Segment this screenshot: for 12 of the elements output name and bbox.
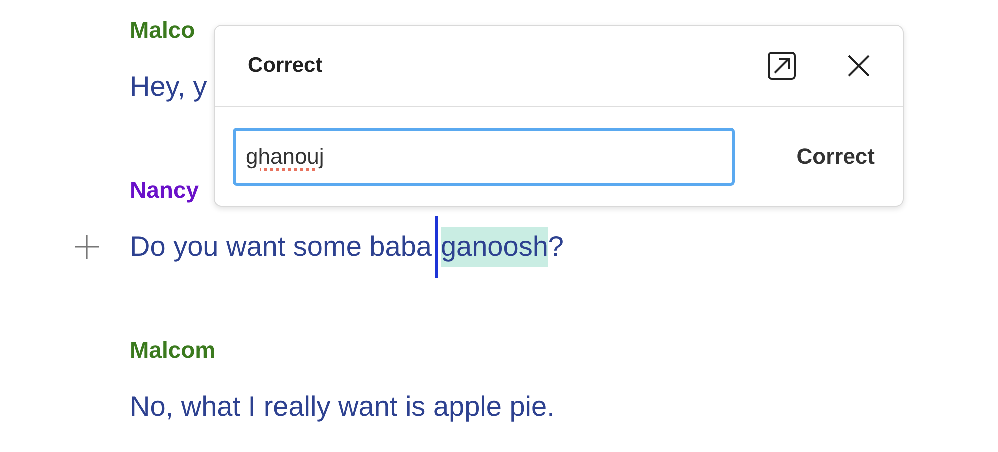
input-field[interactable]: ghanouj (233, 128, 735, 186)
transcript-text: Hey, y (130, 70, 208, 104)
transcript-text: ? (548, 230, 564, 264)
transcript-text: Do you want some baba (130, 230, 432, 264)
correct-button[interactable]: Correct (796, 136, 875, 178)
add-icon[interactable] (74, 234, 100, 260)
popup-title: Correct (248, 54, 324, 78)
speaker-name: Nancy (130, 176, 200, 205)
transcript-text: No, what I really want is apple pie. (130, 390, 555, 424)
highlighted-word: ganoosh (434, 216, 548, 278)
speaker-name: Malcom (130, 336, 217, 365)
speaker-name: Malco (130, 16, 196, 45)
